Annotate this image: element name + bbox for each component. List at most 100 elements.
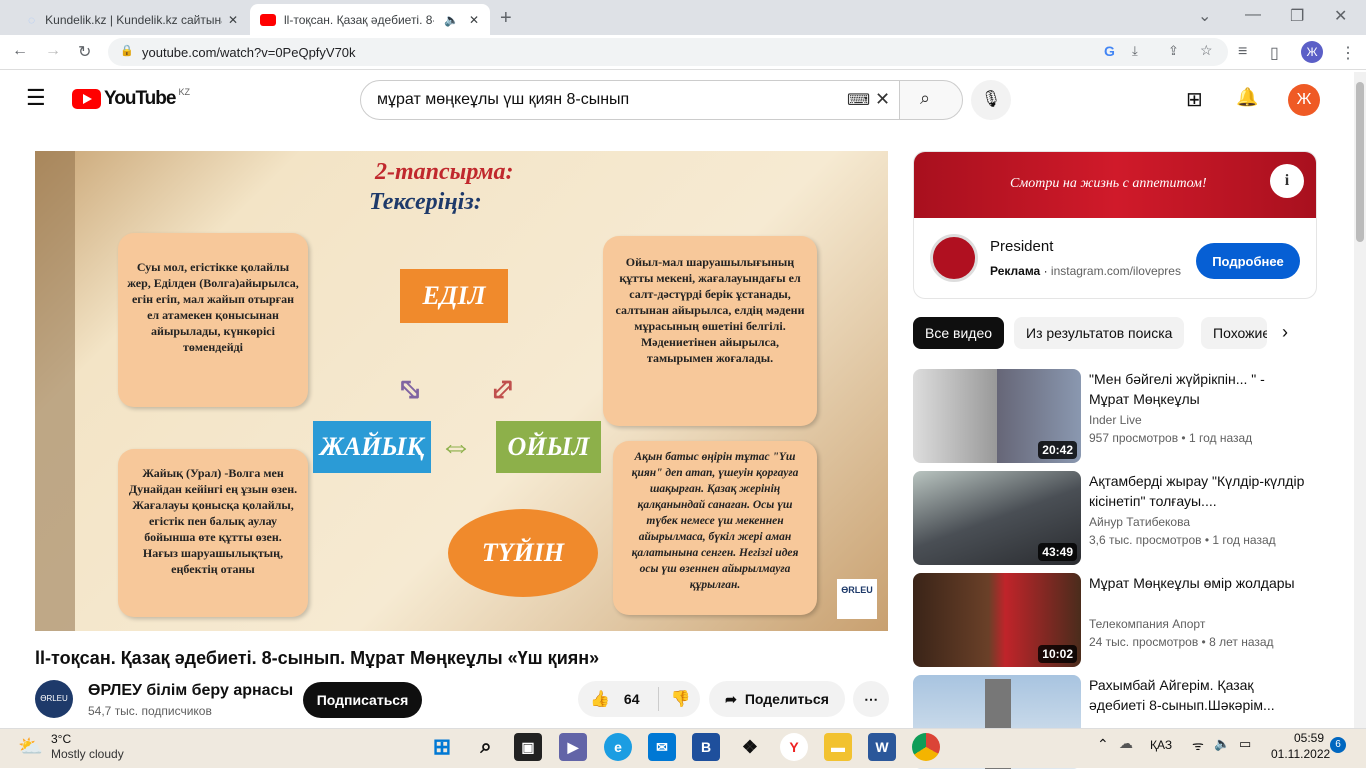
chip-all-videos[interactable]: Все видео <box>913 317 1005 349</box>
ad-cta-button[interactable]: Подробнее <box>1196 243 1300 279</box>
address-bar[interactable]: 🔒 youtube.com/watch?v=0PeQpfyV70k G ⤓ ⇪ … <box>108 38 1228 66</box>
share-button[interactable]: ➦ Поделиться <box>709 681 845 717</box>
logo-text: YouTube <box>104 88 176 109</box>
scrollbar[interactable] <box>1354 72 1366 728</box>
mail-icon[interactable]: ✉ <box>648 733 676 761</box>
keyboard-icon[interactable]: ⌨ <box>847 90 870 110</box>
lock-icon: 🔒 <box>120 45 134 57</box>
rec-channel[interactable]: Inder Live <box>1089 413 1142 427</box>
search-icon: ⌕ <box>920 88 931 108</box>
ad-link[interactable]: instagram.com/ilovepres <box>1051 264 1181 278</box>
more-actions-button[interactable]: ⋯ <box>853 681 889 717</box>
google-translate-icon[interactable]: G <box>1104 43 1115 59</box>
close-tab-icon[interactable]: ✕ <box>469 13 479 27</box>
slide-box-edil: Суы мол, егістікке қолайлы жер, Еділден … <box>118 233 308 407</box>
video-thumbnail[interactable]: 10:02 <box>913 573 1081 667</box>
app-b-icon[interactable]: B <box>692 733 720 761</box>
duration-badge: 10:02 <box>1038 645 1077 663</box>
rec-title[interactable]: Ақтамберді жырау "Күлдір-күлдір кісінеті… <box>1089 471 1309 511</box>
recommendation-item[interactable]: 43:49 Ақтамберді жырау "Күлдір-күлдір кі… <box>913 471 1333 565</box>
youtube-play-icon <box>72 89 101 109</box>
weather-cloud-sun-icon[interactable]: ⛅ <box>18 734 43 759</box>
word-icon[interactable]: W <box>868 733 896 761</box>
rec-channel[interactable]: Телекомпания Апорт <box>1089 617 1205 631</box>
media-icon[interactable]: ≡ <box>1238 43 1247 61</box>
rec-channel[interactable]: Айнур Татибекова <box>1089 515 1190 529</box>
duration-badge: 43:49 <box>1038 543 1077 561</box>
dislike-icon[interactable]: 👎 <box>671 689 691 709</box>
account-avatar[interactable]: Ж <box>1288 84 1320 116</box>
side-panel-icon[interactable]: ▯ <box>1270 43 1279 63</box>
like-count[interactable]: 64 <box>624 691 640 707</box>
menu-icon[interactable]: ⋮ <box>1340 43 1356 63</box>
search-icon[interactable]: ⌕ <box>472 733 500 761</box>
ad-card[interactable]: Смотри на жизнь с аппетитом! i President… <box>913 151 1317 299</box>
clock-date[interactable]: 01.11.2022 <box>1271 747 1330 761</box>
recommendation-item[interactable]: 20:42 "Мен бәйгелі жүйрікпін... " - Мұра… <box>913 369 1333 463</box>
onedrive-cloud-icon[interactable]: ☁ <box>1119 735 1133 752</box>
youtube-logo[interactable]: YouTube KZ <box>72 87 190 110</box>
clear-search-icon[interactable]: ✕ <box>875 89 890 110</box>
notification-badge[interactable]: 6 <box>1330 737 1346 753</box>
input-language[interactable]: ҚАЗ <box>1150 738 1172 752</box>
rec-views: 3,6 тыс. просмотров <box>1089 533 1202 547</box>
rec-age: 1 год назад <box>1188 431 1253 445</box>
bookmark-star-icon[interactable]: ☆ <box>1200 42 1213 59</box>
search-input[interactable]: мұрат мөңкеұлы үш қиян 8-сынып ⌨ ✕ <box>360 80 900 120</box>
task-view-icon[interactable]: ▣ <box>514 733 542 761</box>
new-tab-icon[interactable]: + <box>500 7 512 30</box>
forward-icon[interactable]: → <box>45 42 61 60</box>
video-thumbnail[interactable]: 20:42 <box>913 369 1081 463</box>
video-player[interactable]: 2-тапсырма: Тексеріңіз: Суы мол, егістік… <box>35 151 888 631</box>
reload-icon[interactable]: ↻ <box>78 42 91 62</box>
tab-youtube[interactable]: ll-тоқсан. Қазақ әдебиеті. 8- 🔈 ✕ <box>250 4 490 35</box>
audio-icon[interactable]: 🔈 <box>444 13 459 27</box>
recommendation-item[interactable]: 10:02 Мұрат Мөңкеұлы өмір жолдары Телеко… <box>913 573 1333 667</box>
file-explorer-icon[interactable]: ▬ <box>824 733 852 761</box>
like-icon[interactable]: 👍 <box>590 689 610 709</box>
ad-banner[interactable]: Смотри на жизнь с аппетитом! i <box>914 152 1316 218</box>
volume-icon[interactable]: 🔈 <box>1214 736 1230 752</box>
rec-age: 1 год назад <box>1212 533 1276 547</box>
scrollbar-thumb[interactable] <box>1356 82 1364 242</box>
chevron-right-icon[interactable]: › <box>1282 322 1288 343</box>
notifications-bell-icon[interactable]: 🔔 <box>1236 87 1258 108</box>
minimize-icon[interactable]: — <box>1245 6 1261 24</box>
back-icon[interactable]: ← <box>12 42 28 60</box>
weather-temp[interactable]: 3°C <box>51 732 71 746</box>
chip-related[interactable]: Похожие <box>1201 317 1267 349</box>
channel-avatar[interactable]: ӨRLEU <box>35 680 73 718</box>
channel-name[interactable]: ӨРЛЕУ білім беру арнасы <box>88 682 293 700</box>
voice-search-button[interactable]: 🎙 <box>971 80 1011 120</box>
subscribe-button[interactable]: Подписаться <box>303 682 422 718</box>
close-tab-icon[interactable]: ✕ <box>228 13 238 27</box>
close-window-icon[interactable]: ✕ <box>1334 6 1347 26</box>
profile-avatar[interactable]: Ж <box>1301 41 1323 63</box>
teams-icon[interactable]: ▶ <box>559 733 587 761</box>
share-icon[interactable]: ⇪ <box>1168 43 1179 59</box>
create-video-icon[interactable]: ⊞ <box>1186 87 1203 112</box>
search-button[interactable]: ⌕ <box>899 80 963 120</box>
clock-time[interactable]: 05:59 <box>1294 731 1324 745</box>
orleu-watermark: ӨRLEU <box>837 579 877 619</box>
rec-title[interactable]: Мұрат Мөңкеұлы өмір жолдары <box>1089 573 1309 593</box>
ad-info-icon[interactable]: i <box>1270 164 1304 198</box>
chrome-icon[interactable] <box>912 733 940 761</box>
dropbox-icon[interactable]: ❖ <box>736 733 764 761</box>
chip-from-search[interactable]: Из результатов поиска <box>1014 317 1185 349</box>
battery-icon[interactable]: ▭ <box>1239 736 1251 752</box>
tab-kundelik[interactable]: ◌ Kundelik.kz | Kundelik.kz сайтына ✕ <box>8 4 248 35</box>
show-hidden-icons-chevron-icon[interactable]: ⌃ <box>1097 736 1109 753</box>
weather-desc[interactable]: Mostly cloudy <box>51 747 124 761</box>
windows-start-icon[interactable]: ⊞ <box>428 733 456 761</box>
wifi-icon[interactable]: ᯤ <box>1192 736 1204 754</box>
tab-search-icon[interactable]: ⌄ <box>1198 6 1211 26</box>
restore-icon[interactable]: ❐ <box>1290 6 1304 26</box>
hamburger-menu-icon[interactable]: ☰ <box>26 85 46 111</box>
install-icon[interactable]: ⤓ <box>1132 43 1138 59</box>
video-thumbnail[interactable]: 43:49 <box>913 471 1081 565</box>
yandex-icon[interactable]: Y <box>780 733 808 761</box>
rec-title[interactable]: "Мен бәйгелі жүйрікпін... " - Мұрат Мөңк… <box>1089 369 1309 409</box>
rec-title[interactable]: Рахымбай Айгерім. Қазақ әдебиеті 8-сынып… <box>1089 675 1309 715</box>
edge-icon[interactable]: e <box>604 733 632 761</box>
